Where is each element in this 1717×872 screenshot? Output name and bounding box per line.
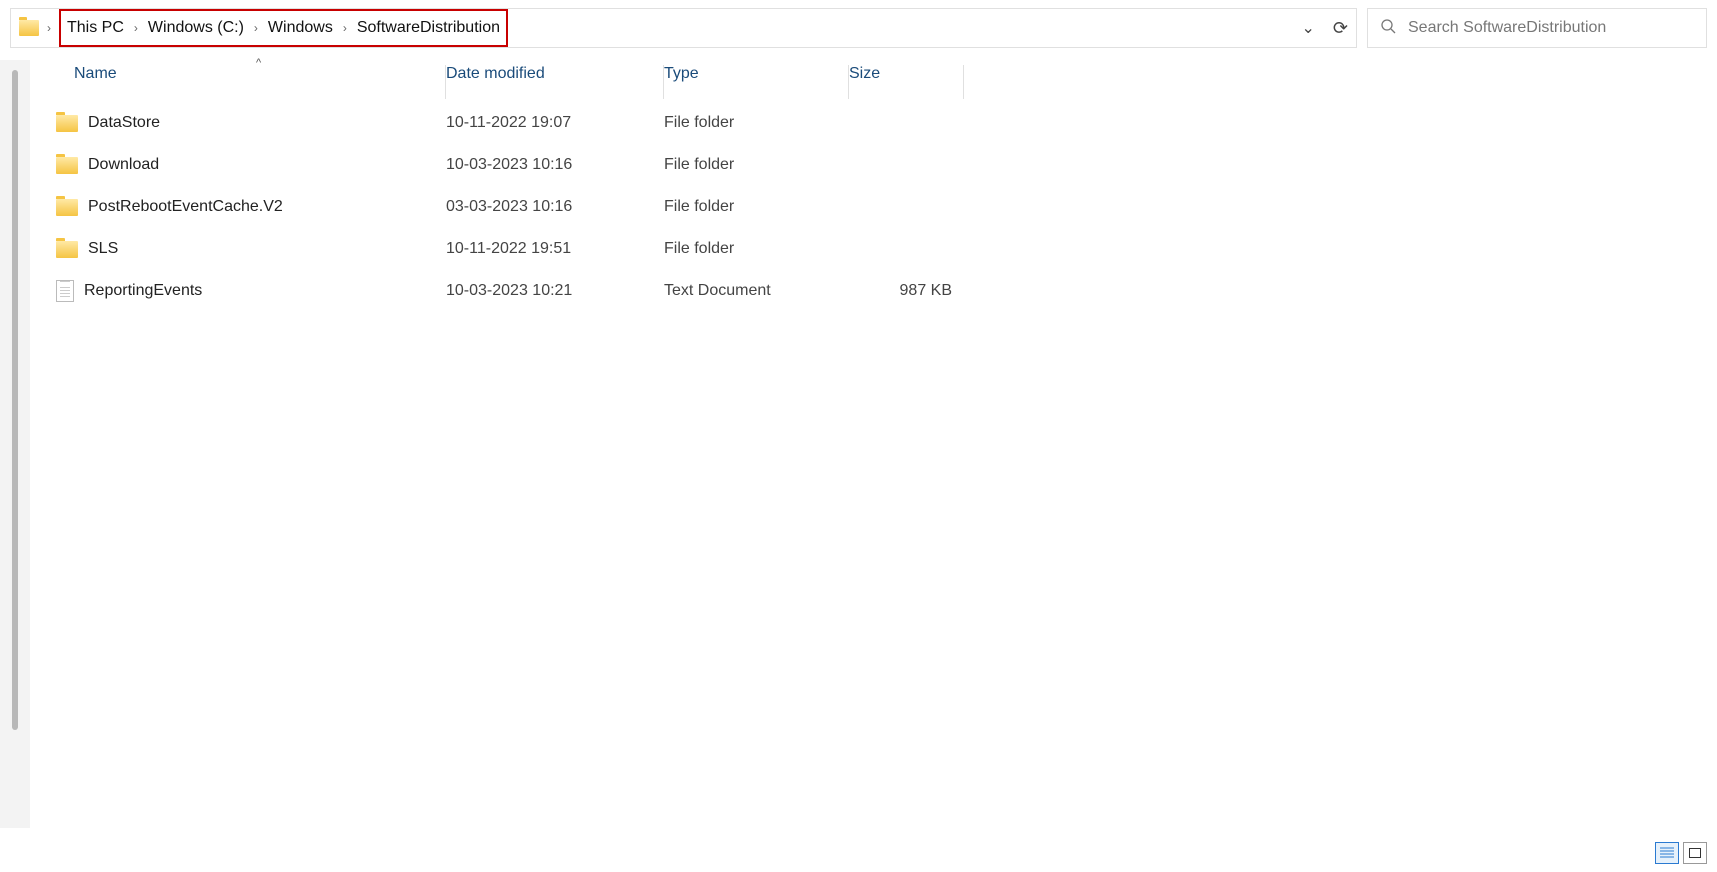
- folder-icon: [19, 20, 39, 36]
- breadcrumb-item[interactable]: This PC: [67, 19, 124, 37]
- view-switch: [1655, 842, 1707, 864]
- table-row[interactable]: SLS 10-11-2022 19:51File folder: [56, 228, 1717, 270]
- cell-name: PostRebootEventCache.V2: [56, 198, 446, 216]
- folder-icon: [56, 115, 78, 132]
- file-name: DataStore: [88, 114, 160, 132]
- search-box[interactable]: [1367, 8, 1707, 48]
- table-row[interactable]: ReportingEvents 10-03-2023 10:21Text Docu…: [56, 270, 1717, 312]
- cell-name: Download: [56, 156, 446, 174]
- breadcrumb-item[interactable]: SoftwareDistribution: [357, 19, 500, 37]
- search-icon: [1380, 18, 1396, 39]
- file-name: SLS: [88, 240, 118, 258]
- cell-type: File folder: [664, 156, 849, 174]
- column-header-date[interactable]: Date modified: [446, 65, 664, 99]
- file-list: Name ^ Date modified Type Size DataStore…: [30, 56, 1717, 828]
- sort-ascending-icon: ^: [256, 57, 261, 69]
- column-header-type[interactable]: Type: [664, 65, 849, 99]
- main-area: Name ^ Date modified Type Size DataStore…: [0, 56, 1717, 828]
- column-header-name[interactable]: Name ^: [56, 65, 446, 99]
- column-label: Size: [849, 65, 880, 82]
- cell-type: Text Document: [664, 282, 849, 300]
- breadcrumb-item[interactable]: Windows (C:): [148, 19, 244, 37]
- file-name: ReportingEvents: [84, 282, 202, 300]
- table-row[interactable]: Download 10-03-2023 10:16File folder: [56, 144, 1717, 186]
- table-row[interactable]: DataStore 10-11-2022 19:07File folder: [56, 102, 1717, 144]
- file-name: PostRebootEventCache.V2: [88, 198, 283, 216]
- cell-type: File folder: [664, 198, 849, 216]
- scroll-thumb[interactable]: [12, 70, 18, 730]
- cell-size: 987 KB: [849, 282, 964, 300]
- folder-icon: [56, 157, 78, 174]
- folder-icon: [56, 199, 78, 216]
- nav-pane-scrollbar[interactable]: [0, 60, 30, 828]
- cell-name: SLS: [56, 240, 446, 258]
- file-name: Download: [88, 156, 159, 174]
- cell-date: 10-03-2023 10:16: [446, 156, 664, 174]
- breadcrumb-item[interactable]: Windows: [268, 19, 333, 37]
- text-file-icon: [56, 280, 74, 302]
- cell-date: 10-11-2022 19:51: [446, 240, 664, 258]
- column-label: Name: [56, 65, 117, 82]
- cell-name: DataStore: [56, 114, 446, 132]
- top-bar: › This PC › Windows (C:) › Windows › Sof…: [0, 0, 1717, 56]
- chevron-right-icon[interactable]: ›: [252, 21, 260, 35]
- folder-icon: [56, 241, 78, 258]
- chevron-right-icon[interactable]: ›: [341, 21, 349, 35]
- large-icons-view-button[interactable]: [1683, 842, 1707, 864]
- refresh-icon[interactable]: ⟳: [1333, 18, 1348, 39]
- cell-type: File folder: [664, 114, 849, 132]
- cell-date: 10-03-2023 10:21: [446, 282, 664, 300]
- cell-date: 03-03-2023 10:16: [446, 198, 664, 216]
- cell-date: 10-11-2022 19:07: [446, 114, 664, 132]
- address-bar[interactable]: › This PC › Windows (C:) › Windows › Sof…: [10, 8, 1357, 48]
- column-label: Date modified: [446, 65, 545, 82]
- search-input[interactable]: [1408, 19, 1694, 37]
- chevron-right-icon[interactable]: ›: [45, 21, 53, 35]
- column-headers: Name ^ Date modified Type Size: [56, 62, 1717, 102]
- address-actions: ⌄ ⟳: [1302, 18, 1349, 39]
- table-row[interactable]: PostRebootEventCache.V2 03-03-2023 10:16F…: [56, 186, 1717, 228]
- column-header-size[interactable]: Size: [849, 65, 964, 99]
- cell-type: File folder: [664, 240, 849, 258]
- cell-name: ReportingEvents: [56, 280, 446, 302]
- breadcrumb: This PC › Windows (C:) › Windows › Softw…: [59, 9, 508, 47]
- details-view-button[interactable]: [1655, 842, 1679, 864]
- column-label: Type: [664, 65, 699, 82]
- chevron-right-icon[interactable]: ›: [132, 21, 140, 35]
- chevron-down-icon[interactable]: ⌄: [1302, 18, 1315, 38]
